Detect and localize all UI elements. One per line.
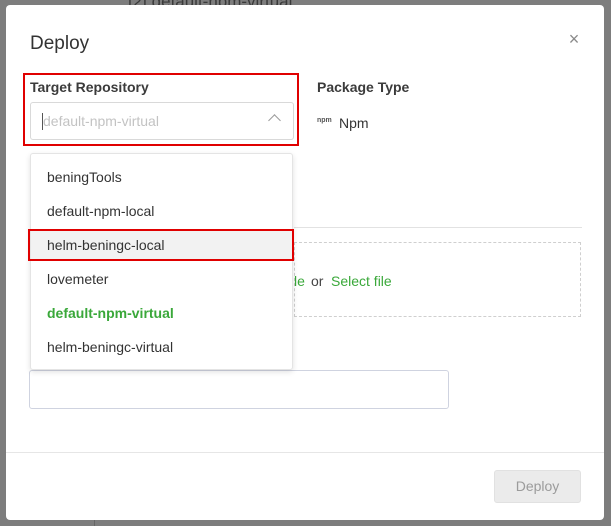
dropdown-option[interactable]: helm-beningc-virtual bbox=[31, 331, 292, 363]
package-type-label: Package Type bbox=[317, 79, 410, 95]
repository-dropdown: beningTools default-npm-local helm-benin… bbox=[30, 153, 293, 370]
deploy-button[interactable]: Deploy bbox=[494, 470, 581, 503]
select-file-link[interactable]: Select file bbox=[331, 273, 392, 289]
dropdown-option-selected[interactable]: default-npm-virtual bbox=[31, 297, 292, 329]
deploy-modal: Deploy × Target Repository default-npm-v… bbox=[6, 5, 604, 520]
dropdown-option[interactable]: default-npm-local bbox=[31, 195, 292, 227]
close-icon[interactable]: × bbox=[566, 30, 582, 48]
option-highlight bbox=[28, 229, 294, 261]
dropdown-option[interactable]: beningTools bbox=[31, 161, 292, 193]
footer-divider bbox=[6, 452, 604, 453]
target-repository-select[interactable]: default-npm-virtual bbox=[30, 102, 294, 140]
package-type-value: Npm bbox=[339, 115, 369, 131]
section-divider bbox=[294, 227, 582, 228]
dropzone-or-text: or bbox=[311, 273, 324, 289]
text-input-field[interactable] bbox=[29, 370, 449, 409]
text-cursor bbox=[42, 113, 43, 130]
npm-icon: npm bbox=[317, 117, 332, 124]
chevron-up-icon[interactable] bbox=[268, 114, 281, 127]
dropdown-option[interactable]: lovemeter bbox=[31, 263, 292, 295]
modal-title: Deploy bbox=[30, 33, 90, 54]
drop-file-link[interactable]: le bbox=[294, 273, 305, 289]
target-repository-placeholder: default-npm-virtual bbox=[43, 113, 159, 129]
